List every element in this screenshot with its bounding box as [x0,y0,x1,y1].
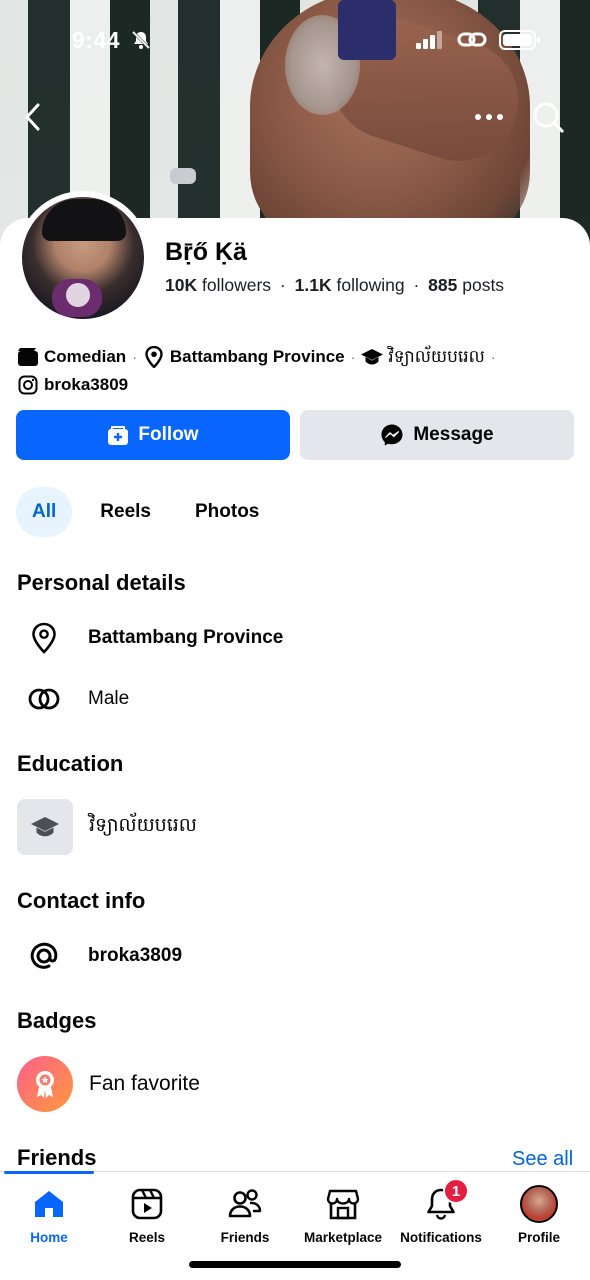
nav-marketplace-label: Marketplace [303,1230,383,1245]
reels-icon [131,1184,163,1224]
signal-icon [416,31,444,54]
intro-occupation: Comedian [44,347,127,366]
nav-friends-label: Friends [220,1230,270,1245]
education-school: វិទ្យាល័យបរេល [89,814,197,836]
contact-instagram-text: broka3809 [88,945,183,966]
clapperboard-icon [17,346,39,368]
detail-gender: Male [22,677,129,721]
cover-faucet [170,168,196,184]
battery-icon [499,29,541,56]
add-friend-icon [108,426,129,445]
nav-notifications-label: Notifications [400,1230,482,1245]
messenger-icon [381,424,403,446]
intro-location: Battambang Province [169,347,345,366]
intro-instagram[interactable]: broka3809 [44,371,128,399]
education-title: Education [17,751,124,776]
home-indicator [189,1261,401,1268]
gender-icon [22,677,66,721]
contact-info-title: Contact info [17,888,146,913]
home-icon [33,1184,65,1224]
fan-favorite-icon [17,1056,73,1112]
instagram-icon [17,374,39,396]
message-button-label: Message [413,424,494,445]
badge-item[interactable]: Fan favorite [17,1056,200,1112]
tab-reels[interactable]: Reels [84,487,167,537]
stats-separator: · [279,275,286,295]
marketplace-icon [326,1184,360,1224]
followers-label[interactable]: followers [202,275,271,295]
detail-location-text: Battambang Province [88,627,284,648]
profile-thumbnail [520,1185,558,1223]
see-all-friends-link[interactable]: See all [512,1148,573,1171]
tab-all[interactable]: All [16,487,73,537]
nav-notifications[interactable]: 1 Notifications [392,1178,490,1245]
badge-label: Fan favorite [89,1072,200,1095]
avatar-hair [42,199,126,241]
stats-separator: · [413,275,420,295]
nav-friends[interactable]: Friends [196,1184,294,1245]
profile-thumbnail-wrap [520,1184,558,1224]
education-icon [17,799,73,855]
followers-count[interactable]: 10K [165,275,197,295]
following-count[interactable]: 1.1K [295,275,332,295]
intro-separator: · [490,349,496,365]
status-bar: 9:44 [0,0,590,80]
at-sign-icon [22,934,66,978]
profile-picture[interactable] [16,191,150,325]
intro-separator: · [350,349,356,365]
notification-badge: 1 [443,1178,469,1204]
detail-location[interactable]: Battambang Province [22,616,283,660]
back-button[interactable] [20,100,48,134]
nav-home-label: Home [30,1230,68,1245]
badges-title: Badges [17,1008,97,1033]
posts-count: 885 [428,275,458,295]
graduation-cap-icon [361,346,384,368]
profile-stats: 10K followers · 1.1K following · 885 pos… [165,275,504,296]
profile-tabs: All Reels Photos [16,487,287,537]
location-pin-icon [22,616,66,660]
tab-photos[interactable]: Photos [179,487,275,537]
nav-reels[interactable]: Reels [98,1184,196,1245]
profile-name: Bṝő Ḳä [165,238,247,266]
education-item[interactable]: វិទ្យាល័យបរេល [17,799,197,855]
nav-reels-label: Reels [128,1230,166,1245]
location-pin-icon [143,346,165,368]
personal-details-title: Personal details [17,570,186,595]
following-label[interactable]: following [336,275,404,295]
silent-mode-icon [131,30,151,55]
search-button[interactable] [530,99,566,135]
nav-home[interactable]: Home [0,1184,98,1245]
intro-school: វិទ្យាល័យបរេល [388,347,485,367]
nav-profile-label: Profile [517,1230,560,1245]
avatar [22,197,144,319]
active-tab-indicator [4,1171,94,1174]
follow-button-label: Follow [138,424,199,445]
friends-title: Friends [17,1145,97,1170]
personal-hotspot-icon [457,29,487,56]
detail-gender-text: Male [88,688,130,709]
contact-instagram[interactable]: broka3809 [22,934,182,978]
posts-label: posts [462,275,505,295]
follow-button[interactable]: Follow [16,410,290,460]
status-time: 9:44 [72,27,121,53]
intro-details: Comedian · Battambang Province · វិទ្យាល… [17,343,577,399]
intro-separator: · [132,349,137,365]
message-button[interactable]: Message [300,410,574,460]
friends-icon [228,1184,262,1224]
bell-icon: 1 [425,1178,469,1224]
nav-marketplace[interactable]: Marketplace [294,1184,392,1245]
more-options-button[interactable] [472,106,506,128]
nav-profile[interactable]: Profile [490,1184,588,1245]
avatar-sticker [66,283,90,307]
